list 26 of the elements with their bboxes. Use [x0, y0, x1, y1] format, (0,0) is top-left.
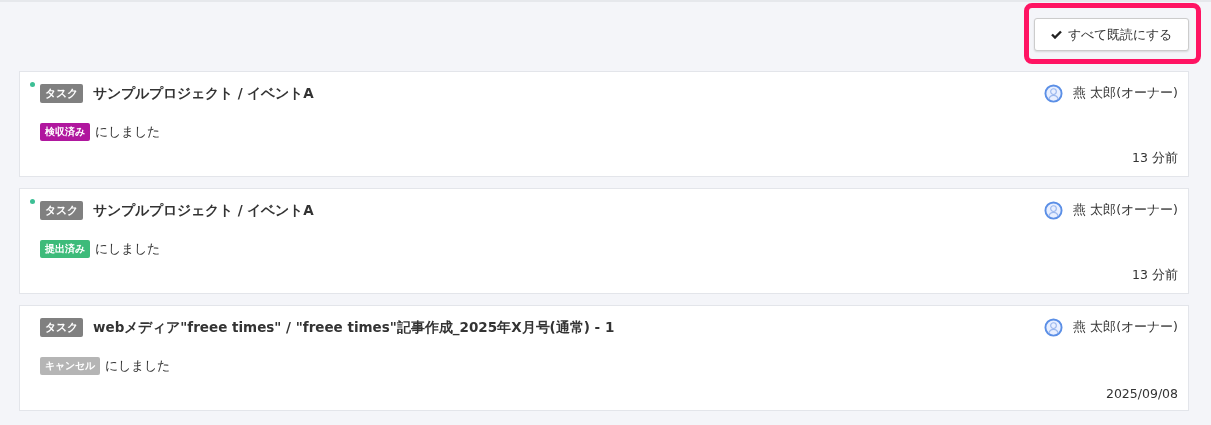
- user-name: 燕 太郎(オーナー): [1073, 319, 1178, 336]
- notification-title: サンプルプロジェクト / イベントA: [93, 84, 315, 103]
- notification-card[interactable]: タスク サンプルプロジェクト / イベントA 燕 太郎(オーナー) 検収済み にしました 13 分前: [19, 71, 1189, 177]
- type-tag: タスク: [40, 318, 83, 337]
- avatar-icon: [1044, 318, 1064, 337]
- notification-title: webメディア"freee times" / "freee times"記事作成_2025年X月号(通常) - 1: [93, 318, 616, 337]
- type-tag: タスク: [40, 84, 83, 103]
- type-tag: タスク: [40, 201, 83, 220]
- message-text: にしました: [95, 123, 160, 141]
- user-name: 燕 太郎(オーナー): [1073, 85, 1178, 102]
- user-name: 燕 太郎(オーナー): [1073, 202, 1178, 219]
- avatar-icon: [1044, 84, 1064, 103]
- avatar-icon: [1044, 201, 1064, 220]
- mark-all-read-button[interactable]: すべて既読にする: [1034, 18, 1189, 51]
- message-text: にしました: [95, 240, 160, 258]
- time-text: 2025/09/08: [1105, 386, 1178, 401]
- status-tag: 提出済み: [40, 240, 90, 258]
- notification-card[interactable]: タスク webメディア"freee times" / "freee times"記事作成_2025年X月号(通常) - 1 燕 太郎(オーナー) キャンセル にしました 2025/09/08: [19, 305, 1189, 411]
- time-text: 13 分前: [1132, 267, 1178, 284]
- status-tag: キャンセル: [40, 357, 100, 375]
- status-tag: 検収済み: [40, 123, 90, 141]
- message-text: にしました: [105, 357, 170, 375]
- notification-title: サンプルプロジェクト / イベントA: [93, 201, 315, 220]
- check-icon: [1051, 30, 1062, 39]
- time-text: 13 分前: [1132, 150, 1178, 167]
- notification-card[interactable]: タスク サンプルプロジェクト / イベントA 燕 太郎(オーナー) 提出済み にしました 13 分前: [19, 188, 1189, 294]
